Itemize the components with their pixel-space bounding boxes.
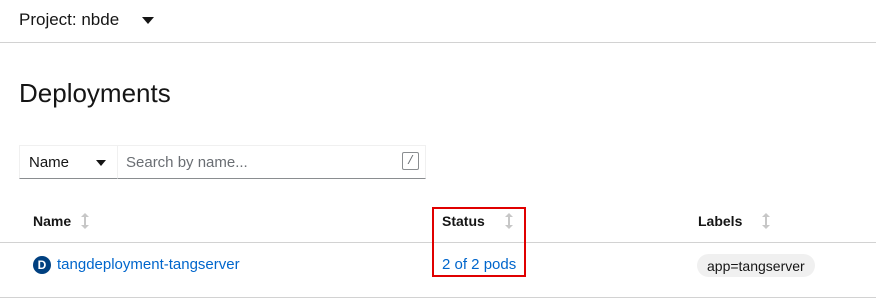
project-label: Project: nbde xyxy=(19,10,120,29)
deployment-badge-icon: D xyxy=(33,256,51,274)
column-header-label: Status xyxy=(442,213,485,229)
page-title: Deployments xyxy=(19,78,171,108)
search-field: / xyxy=(118,145,426,179)
deployment-name-link[interactable]: tangdeployment-tangserver xyxy=(57,256,240,273)
filter-type-label: Name xyxy=(29,153,70,171)
sort-icon xyxy=(504,213,513,229)
sort-icon xyxy=(762,213,771,229)
search-input[interactable] xyxy=(118,146,396,178)
filter-type-dropdown[interactable]: Name xyxy=(19,145,118,179)
caret-down-icon xyxy=(142,16,155,24)
caret-down-icon xyxy=(96,160,106,166)
column-header-label: Labels xyxy=(698,213,743,229)
filter-toolbar: Name / xyxy=(19,145,426,179)
column-header-name[interactable]: Name xyxy=(33,213,90,229)
label-chip[interactable]: app=tangserver xyxy=(697,254,815,277)
project-bar: Project: nbde xyxy=(0,0,876,43)
table-row: D tangdeployment-tangserver 2 of 2 pods … xyxy=(0,244,876,298)
column-header-labels[interactable]: Labels xyxy=(698,213,771,229)
pod-status-link[interactable]: 2 of 2 pods xyxy=(442,256,516,273)
project-selector[interactable]: Project: nbde xyxy=(19,8,155,32)
keyboard-shortcut-hint: / xyxy=(402,152,419,170)
sort-icon xyxy=(81,213,90,229)
column-header-label: Name xyxy=(33,213,72,229)
table-header: Name Status Labels xyxy=(0,205,876,243)
column-header-status[interactable]: Status xyxy=(442,213,513,229)
